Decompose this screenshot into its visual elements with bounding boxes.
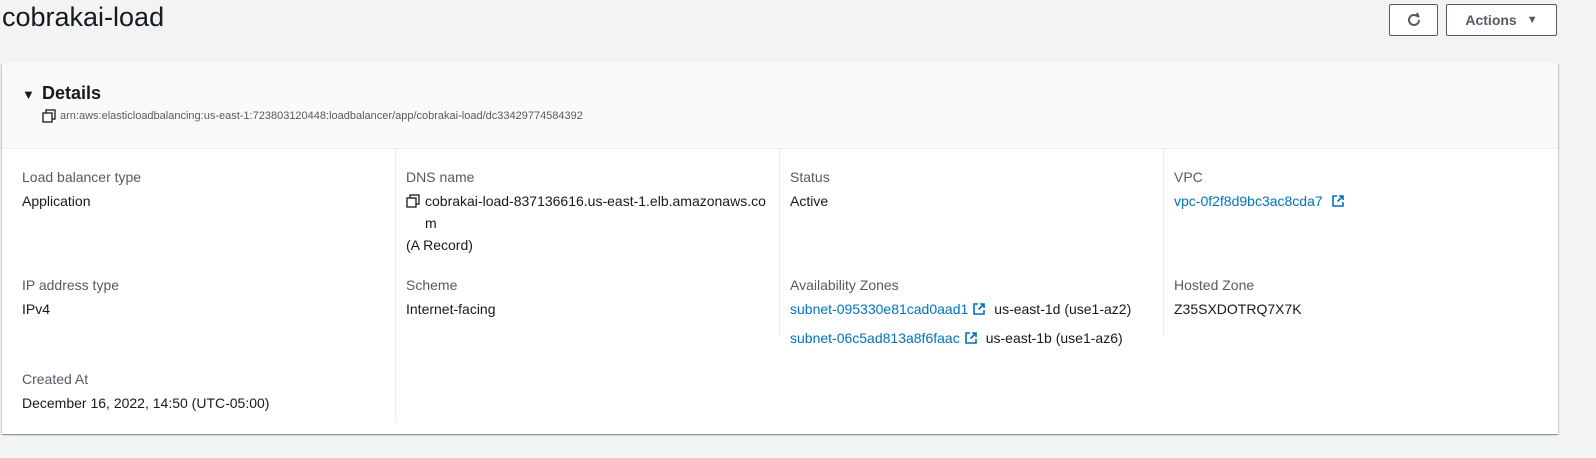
- azs-label: Availability Zones: [790, 277, 899, 293]
- scheme-field: Scheme Internet-facing: [406, 275, 496, 320]
- actions-label: Actions: [1465, 12, 1517, 28]
- arn-value: arn:aws:elasticloadbalancing:us-east-1:7…: [60, 110, 583, 122]
- az-item: subnet-06c5ad813a8f6faac us-east-1b (use…: [790, 327, 1131, 349]
- refresh-button[interactable]: [1389, 4, 1438, 36]
- external-link-icon[interactable]: [1331, 194, 1345, 208]
- hosted-zone-field: Hosted Zone Z35SXDOTRQ7X7K: [1174, 275, 1302, 320]
- hosted-zone-value: Z35SXDOTRQ7X7K: [1174, 301, 1302, 317]
- external-link-icon[interactable]: [964, 331, 978, 345]
- status-field: Status Active: [790, 167, 830, 212]
- copy-icon[interactable]: [406, 194, 420, 208]
- arn-row: arn:aws:elasticloadbalancing:us-east-1:7…: [42, 109, 583, 123]
- refresh-icon: [1407, 12, 1420, 26]
- created-at-value: December 16, 2022, 14:50 (UTC-05:00): [22, 395, 270, 411]
- details-column-1: Load balancer type Application IP addres…: [2, 149, 396, 421]
- details-column-2: DNS name cobrakai-load-837136616.us-east…: [396, 149, 780, 335]
- lb-type-value: Application: [22, 193, 91, 209]
- details-header: ▼ Details arn:aws:elasticloadbalancing:u…: [2, 63, 1558, 149]
- status-value: Active: [790, 193, 829, 209]
- dns-label: DNS name: [406, 169, 475, 185]
- scheme-label: Scheme: [406, 277, 458, 293]
- vpc-label: VPC: [1174, 169, 1203, 185]
- subnet-link[interactable]: subnet-06c5ad813a8f6faac: [790, 327, 960, 349]
- created-at-label: Created At: [22, 371, 89, 387]
- scheme-value: Internet-facing: [406, 301, 496, 317]
- lb-type-label: Load balancer type: [22, 169, 142, 185]
- page-title: cobrakai-load: [2, 2, 165, 32]
- vpc-value-row: vpc-0f2f8d9bc3ac8cda7: [1174, 190, 1345, 212]
- created-at-field: Created At December 16, 2022, 14:50 (UTC…: [22, 369, 269, 414]
- details-column-4: VPC vpc-0f2f8d9bc3ac8cda7 Hosted Zone Z3…: [1164, 149, 1558, 335]
- status-label: Status: [790, 169, 830, 185]
- az-zone: us-east-1d (use1-az2): [994, 301, 1132, 317]
- dns-record-type: (A Record): [406, 237, 473, 253]
- dns-value: cobrakai-load-837136616.us-east-1.elb.am…: [406, 190, 766, 234]
- caret-down-icon: ▼: [1526, 14, 1538, 26]
- vpc-link[interactable]: vpc-0f2f8d9bc3ac8cda7: [1174, 193, 1323, 209]
- copy-icon[interactable]: [42, 109, 56, 123]
- hosted-zone-label: Hosted Zone: [1174, 277, 1255, 293]
- dns-field: DNS name cobrakai-load-837136616.us-east…: [406, 167, 766, 256]
- ip-type-field: IP address type IPv4: [22, 275, 119, 320]
- az-zone: us-east-1b (use1-az6): [985, 330, 1123, 346]
- vpc-field: VPC vpc-0f2f8d9bc3ac8cda7: [1174, 167, 1345, 212]
- subnet-link[interactable]: subnet-095330e81cad0aad1: [790, 298, 968, 320]
- actions-dropdown-button[interactable]: Actions ▼: [1446, 4, 1557, 36]
- lb-type-field: Load balancer type Application: [22, 167, 141, 212]
- collapse-caret-icon[interactable]: ▼: [22, 87, 35, 102]
- details-column-3: Status Active Availability Zones subnet-…: [780, 149, 1164, 346]
- details-panel: ▼ Details arn:aws:elasticloadbalancing:u…: [2, 63, 1558, 434]
- details-title[interactable]: Details: [42, 83, 101, 104]
- ip-type-label: IP address type: [22, 277, 120, 293]
- ip-type-value: IPv4: [22, 301, 51, 317]
- az-item: subnet-095330e81cad0aad1 us-east-1d (use…: [790, 298, 1131, 320]
- external-link-icon[interactable]: [972, 302, 986, 316]
- azs-field: Availability Zones subnet-095330e81cad0a…: [790, 275, 1131, 349]
- dns-value-line1: cobrakai-load-837136616.us-east-1.elb.am…: [425, 193, 766, 209]
- dns-value-line2: m: [425, 215, 437, 231]
